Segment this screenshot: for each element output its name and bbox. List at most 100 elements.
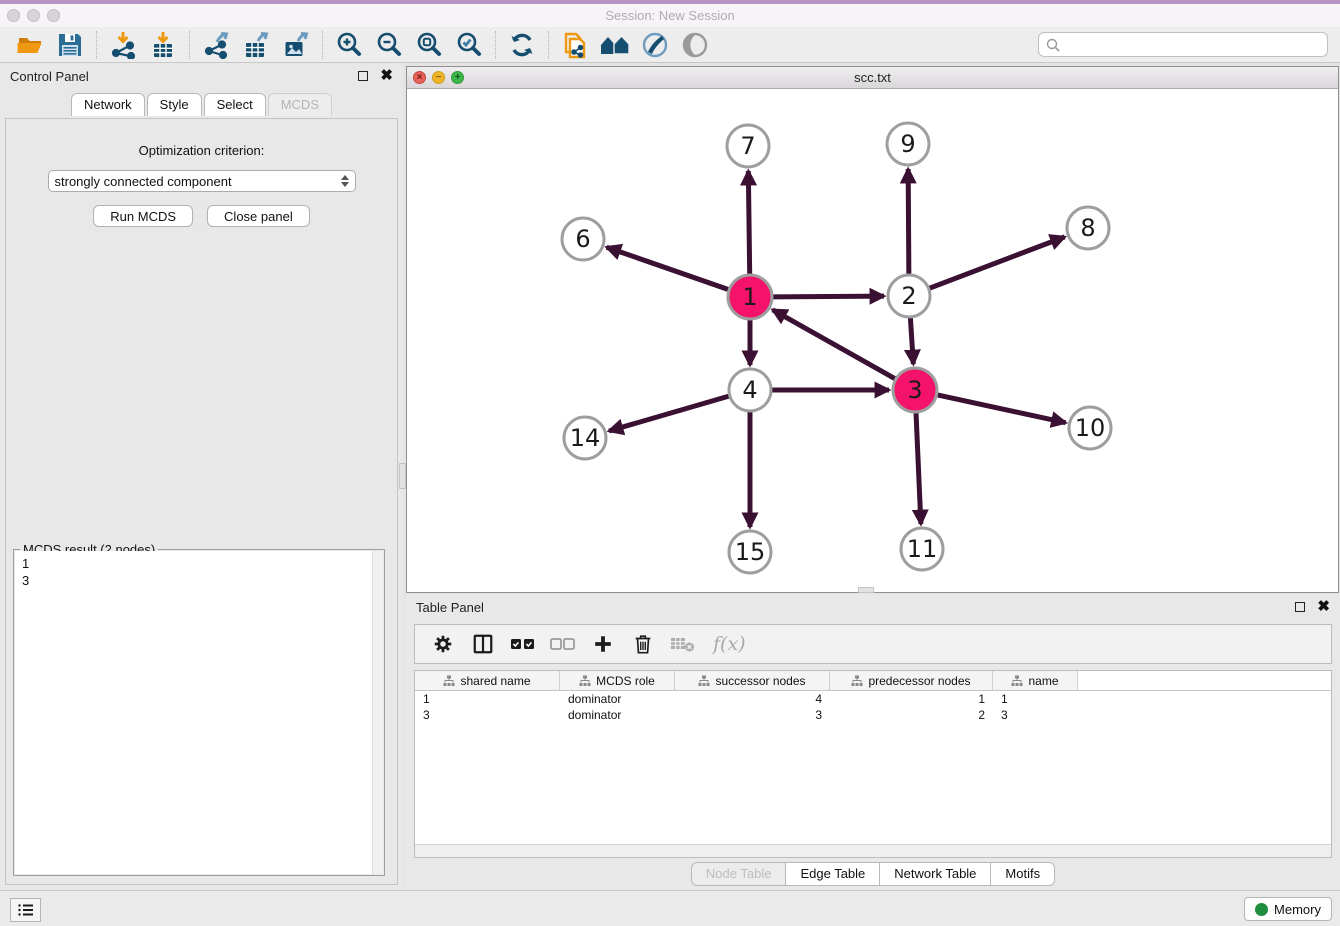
- graph-node-3[interactable]: 3: [893, 368, 937, 412]
- mcds-result-item[interactable]: 1: [22, 555, 383, 572]
- graph-node-15[interactable]: 15: [729, 531, 771, 573]
- table-panel-float-button[interactable]: [1295, 602, 1305, 612]
- hide-button[interactable]: [675, 29, 715, 61]
- search-field[interactable]: [1038, 32, 1328, 57]
- export-table-button[interactable]: [236, 29, 276, 61]
- show-columns-button[interactable]: [465, 627, 501, 661]
- dropdown-stepper-icon: [341, 175, 349, 187]
- control-panel-float-button[interactable]: [358, 71, 368, 81]
- table-cell-predecessor-nodes[interactable]: 1: [830, 691, 993, 707]
- delete-button[interactable]: [625, 627, 661, 661]
- paint-style-button[interactable]: [635, 29, 675, 61]
- tab-mcds[interactable]: MCDS: [268, 93, 332, 116]
- deselect-all-button[interactable]: [545, 627, 581, 661]
- graph-edge-3-1[interactable]: [773, 310, 895, 379]
- tab-network-table[interactable]: Network Table: [880, 862, 991, 886]
- table-cell-name[interactable]: 3: [993, 707, 1078, 723]
- result-scrollbar[interactable]: [372, 551, 383, 874]
- zoom-out-button[interactable]: [369, 29, 409, 61]
- graph-edge-2-9[interactable]: [908, 169, 909, 274]
- zoom-fit-button[interactable]: [409, 29, 449, 61]
- svg-text:14: 14: [570, 424, 601, 452]
- import-table-button[interactable]: [143, 29, 183, 61]
- table-cell-shared-name[interactable]: 1: [415, 691, 560, 707]
- svg-text:11: 11: [907, 535, 938, 563]
- table-row[interactable]: 1dominator411: [415, 691, 1331, 707]
- graph-node-4[interactable]: 4: [729, 369, 771, 411]
- table-rows: 1dominator4113dominator323: [415, 691, 1331, 844]
- network-graph-canvas[interactable]: 7 9 6 8 1 2 4 3 14 10 15 11: [407, 89, 1338, 592]
- tab-node-table[interactable]: Node Table: [691, 862, 787, 886]
- task-history-button[interactable]: [10, 898, 41, 922]
- graph-edge-1-2[interactable]: [773, 296, 884, 297]
- tab-style[interactable]: Style: [147, 93, 202, 116]
- zoom-in-button[interactable]: [329, 29, 369, 61]
- network-view-window: × − + scc.txt 7 9 6 8 1 2 4 3 14 10 15 11: [406, 66, 1339, 593]
- graph-node-11[interactable]: 11: [901, 528, 943, 570]
- graph-edge-1-6[interactable]: [607, 247, 729, 289]
- tab-motifs[interactable]: Motifs: [991, 862, 1055, 886]
- add-button[interactable]: [585, 627, 621, 661]
- close-panel-button[interactable]: Close panel: [207, 205, 310, 227]
- table-cell-successor-nodes[interactable]: 3: [675, 707, 830, 723]
- table-panel-close-button[interactable]: ✖: [1317, 602, 1330, 612]
- graph-edge-1-7[interactable]: [748, 171, 749, 274]
- import-network-icon: [109, 31, 137, 59]
- table-cell-name[interactable]: 1: [993, 691, 1078, 707]
- graph-node-9[interactable]: 9: [887, 123, 929, 165]
- checked-boxes-icon: [510, 635, 536, 653]
- first-neighbors-button[interactable]: [595, 29, 635, 61]
- graph-edge-4-14[interactable]: [609, 396, 729, 431]
- graph-edge-3-11[interactable]: [916, 413, 921, 524]
- graph-node-10[interactable]: 10: [1069, 407, 1111, 449]
- column-header-shared-name[interactable]: shared name: [415, 671, 560, 690]
- memory-button[interactable]: Memory: [1244, 897, 1332, 921]
- graph-node-8[interactable]: 8: [1067, 207, 1109, 249]
- export-network-button[interactable]: [196, 29, 236, 61]
- memory-status-icon: [1255, 903, 1268, 916]
- tab-network[interactable]: Network: [71, 93, 145, 116]
- table-cell-predecessor-nodes[interactable]: 2: [830, 707, 993, 723]
- graph-edge-2-3[interactable]: [910, 318, 913, 364]
- control-panel-close-button[interactable]: ✖: [380, 71, 393, 81]
- mcds-result-list[interactable]: 13: [15, 551, 383, 874]
- column-header-predecessor-nodes[interactable]: predecessor nodes: [830, 671, 993, 690]
- graph-node-6[interactable]: 6: [562, 218, 604, 260]
- clone-network-button[interactable]: [555, 29, 595, 61]
- export-image-icon: [282, 31, 310, 59]
- zoom-selected-button[interactable]: [449, 29, 489, 61]
- table-cell-successor-nodes[interactable]: 4: [675, 691, 830, 707]
- table-row[interactable]: 3dominator323: [415, 707, 1331, 723]
- export-image-button[interactable]: [276, 29, 316, 61]
- table-settings-button[interactable]: [425, 627, 461, 661]
- vertical-splitter-handle[interactable]: [399, 463, 406, 489]
- refresh-layout-button[interactable]: [502, 29, 542, 61]
- graph-edge-2-8[interactable]: [930, 237, 1065, 288]
- open-file-button[interactable]: [10, 29, 50, 61]
- criterion-dropdown[interactable]: strongly connected component: [48, 170, 356, 192]
- table-cell-mcds-role[interactable]: dominator: [560, 691, 675, 707]
- search-input[interactable]: [1061, 35, 1327, 55]
- tab-select[interactable]: Select: [204, 93, 266, 116]
- network-window-titlebar[interactable]: × − + scc.txt: [407, 67, 1338, 89]
- tab-edge-table[interactable]: Edge Table: [786, 862, 880, 886]
- graph-node-7[interactable]: 7: [727, 125, 769, 167]
- table-cell-shared-name[interactable]: 3: [415, 707, 560, 723]
- select-all-button[interactable]: [505, 627, 541, 661]
- graph-node-2[interactable]: 2: [888, 275, 930, 317]
- svg-text:8: 8: [1080, 214, 1095, 242]
- graph-edge-3-10[interactable]: [937, 395, 1065, 423]
- save-session-button[interactable]: [50, 29, 90, 61]
- column-header-name[interactable]: name: [993, 671, 1078, 690]
- horizontal-splitter-handle[interactable]: [858, 587, 874, 593]
- column-header-mcds-role[interactable]: MCDS role: [560, 671, 675, 690]
- table-cell-mcds-role[interactable]: dominator: [560, 707, 675, 723]
- graph-node-14[interactable]: 14: [564, 417, 606, 459]
- mcds-result-item[interactable]: 3: [22, 572, 383, 589]
- table-horizontal-scrollbar[interactable]: [415, 844, 1331, 857]
- graph-node-1[interactable]: 1: [728, 275, 772, 319]
- run-mcds-button[interactable]: Run MCDS: [93, 205, 193, 227]
- import-network-button[interactable]: [103, 29, 143, 61]
- delete-table-button-disabled: [665, 627, 701, 661]
- column-header-successor-nodes[interactable]: successor nodes: [675, 671, 830, 690]
